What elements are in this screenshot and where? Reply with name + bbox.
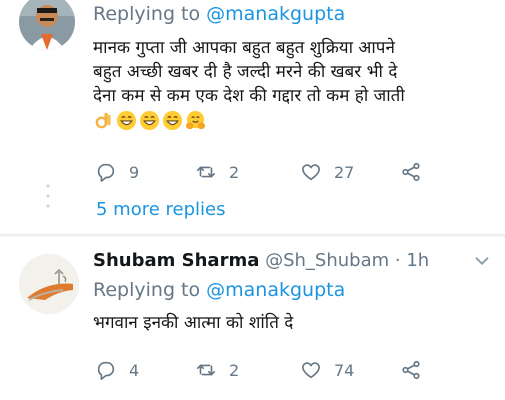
retweet-icon — [196, 166, 216, 178]
grinning-emoji — [139, 110, 160, 131]
display-name[interactable]: Shubam Sharma — [93, 250, 259, 271]
share-icon — [402, 162, 420, 182]
reply-button[interactable]: 4 — [95, 356, 139, 384]
action-bar: 9 2 27 — [93, 158, 493, 186]
timestamp[interactable]: 1h — [406, 250, 429, 271]
emoji-row — [93, 110, 206, 131]
more-replies-link[interactable]: 5 more replies — [96, 199, 225, 220]
reply-icon — [97, 361, 115, 380]
mention-link[interactable]: @manakgupta — [206, 3, 345, 25]
tweet-text: मानक गुप्ता जी आपका बहुत बहुत शुक्रिया आ… — [93, 36, 405, 108]
tweet-text-line: देना कम से कम एक देश की गद्दार तो कम हो … — [93, 86, 405, 106]
separator: · — [389, 250, 407, 271]
replying-to: Replying to @manakgupta — [93, 279, 345, 301]
retweet-count: 2 — [229, 162, 240, 182]
author-line: Shubam Sharma @Sh_Shubam · 1h — [93, 250, 429, 271]
replying-prefix: Replying to — [93, 279, 207, 301]
action-bar: 4 2 74 — [93, 356, 493, 384]
share-button[interactable] — [400, 356, 422, 384]
retweet-button[interactable]: 2 — [195, 356, 239, 384]
reply-count: 4 — [129, 360, 140, 380]
grinning-emoji — [162, 110, 183, 131]
heart-icon — [302, 362, 320, 379]
reply-tweet-2[interactable]: Shubam Sharma @Sh_Shubam · 1h Replying t… — [0, 237, 505, 400]
replying-to: Replying to @manakgupta — [93, 3, 345, 25]
reply-icon — [97, 163, 115, 182]
like-count: 27 — [334, 162, 355, 182]
reply-tweet-1[interactable]: Replying to @manakgupta मानक गुप्ता जी आ… — [0, 0, 505, 235]
more-options-button[interactable] — [471, 250, 493, 272]
like-button[interactable]: 74 — [300, 356, 354, 384]
tweet-text-line: मानक गुप्ता जी आपका बहुत बहुत शुक्रिया आ… — [93, 38, 395, 58]
grinning-emoji — [116, 110, 137, 131]
heart-icon — [302, 164, 320, 181]
avatar[interactable] — [19, 254, 79, 314]
retweet-count: 2 — [229, 360, 240, 380]
avatar[interactable] — [19, 0, 75, 50]
share-button[interactable] — [400, 158, 422, 186]
chevron-down-icon — [475, 257, 489, 265]
like-count: 74 — [334, 360, 355, 380]
hugging-emoji — [185, 110, 206, 131]
tweet-text-line: बहुत अच्छी खबर दी है जल्दी मरने की खबर भ… — [93, 62, 398, 82]
thread-dots — [46, 184, 50, 208]
reply-count: 9 — [129, 162, 140, 182]
retweet-button[interactable]: 2 — [195, 158, 239, 186]
handle[interactable]: @Sh_Shubam — [265, 250, 389, 271]
replying-prefix: Replying to — [93, 3, 207, 25]
tweet-text: भगवान इनकी आत्मा को शांति दे — [93, 313, 294, 333]
retweet-icon — [196, 364, 216, 376]
ok-hand-emoji — [93, 110, 114, 131]
reply-button[interactable]: 9 — [95, 158, 139, 186]
like-button[interactable]: 27 — [300, 158, 354, 186]
mention-link[interactable]: @manakgupta — [206, 279, 345, 301]
share-icon — [402, 360, 420, 380]
